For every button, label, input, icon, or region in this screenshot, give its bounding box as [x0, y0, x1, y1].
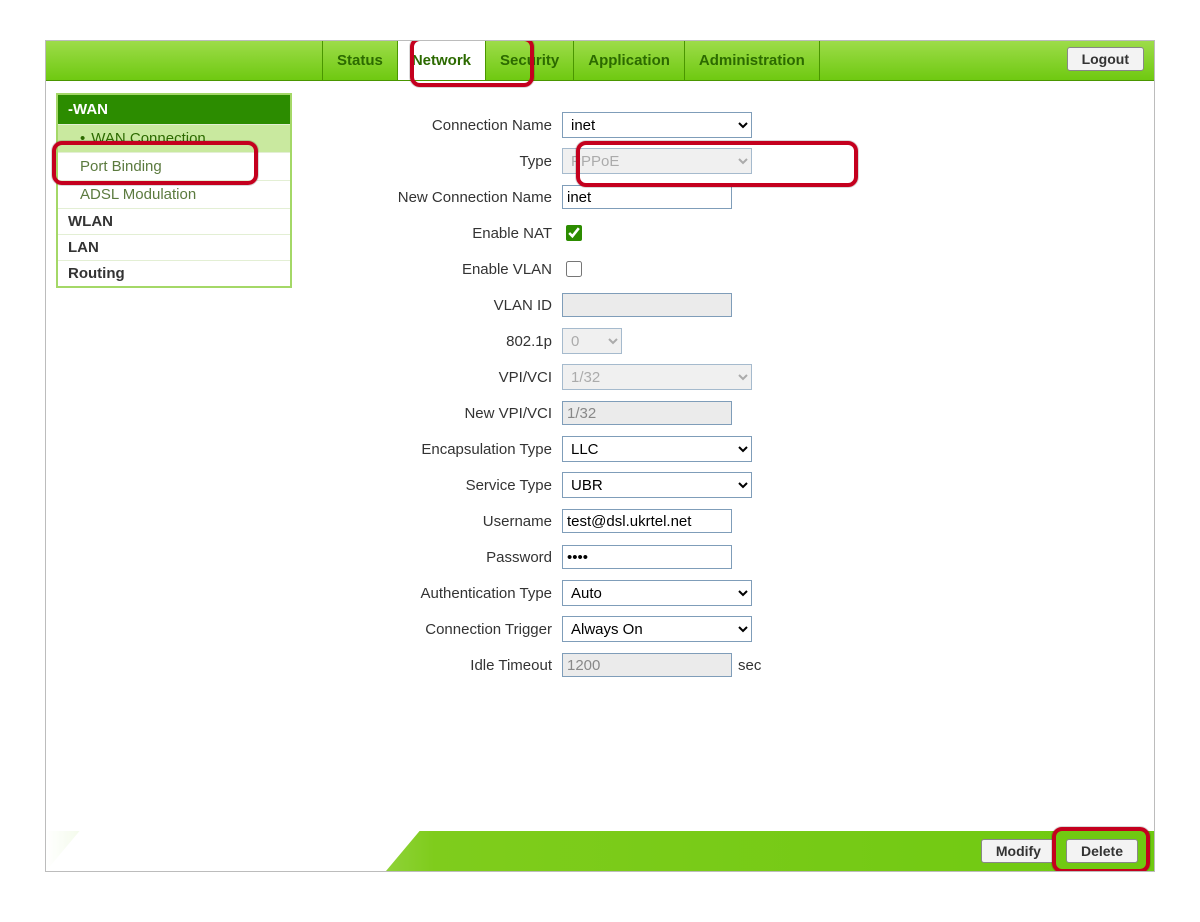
sidebar: -WAN WAN Connection Port Binding ADSL Mo…	[56, 93, 292, 288]
service-type-select[interactable]: UBR	[562, 472, 752, 498]
content-panel: Connection Name inet Type PPPoE	[292, 81, 1154, 831]
sidebar-item-wlan[interactable]: WLAN	[58, 208, 290, 234]
password-input[interactable]	[562, 545, 732, 569]
connection-name-label: Connection Name	[322, 117, 562, 134]
logout-button[interactable]: Logout	[1067, 47, 1144, 71]
auth-type-select[interactable]: Auto	[562, 580, 752, 606]
idle-timeout-suffix: sec	[738, 657, 761, 674]
connection-name-select[interactable]: inet	[562, 112, 752, 138]
auth-type-label: Authentication Type	[322, 585, 562, 602]
sidebar-item-wan-connection[interactable]: WAN Connection	[58, 124, 290, 152]
tab-network[interactable]: Network	[398, 41, 486, 80]
vlan-id-label: VLAN ID	[322, 297, 562, 314]
tab-status[interactable]: Status	[322, 41, 398, 80]
new-connection-name-label: New Connection Name	[322, 189, 562, 206]
idle-timeout-input	[562, 653, 732, 677]
delete-button[interactable]: Delete	[1066, 839, 1138, 863]
trigger-select[interactable]: Always On	[562, 616, 752, 642]
sidebar-item-adsl-modulation[interactable]: ADSL Modulation	[58, 180, 290, 208]
type-select: PPPoE	[562, 148, 752, 174]
modify-button[interactable]: Modify	[981, 839, 1056, 863]
sidebar-item-lan[interactable]: LAN	[58, 234, 290, 260]
enable-vlan-label: Enable VLAN	[322, 261, 562, 278]
type-label: Type	[322, 153, 562, 170]
username-label: Username	[322, 513, 562, 530]
top-nav: Status Network Security Application Admi…	[46, 41, 1154, 81]
tab-administration[interactable]: Administration	[685, 41, 820, 80]
sidebar-section-wan[interactable]: -WAN	[58, 95, 290, 124]
trigger-label: Connection Trigger	[322, 621, 562, 638]
password-label: Password	[322, 549, 562, 566]
tab-security[interactable]: Security	[486, 41, 574, 80]
username-input[interactable]	[562, 509, 732, 533]
sidebar-item-port-binding[interactable]: Port Binding	[58, 152, 290, 180]
sidebar-item-routing[interactable]: Routing	[58, 260, 290, 286]
enable-nat-label: Enable NAT	[322, 225, 562, 242]
vpi-vci-label: VPI/VCI	[322, 369, 562, 386]
vlan-id-input	[562, 293, 732, 317]
encap-select[interactable]: LLC	[562, 436, 752, 462]
enable-vlan-checkbox[interactable]	[566, 261, 582, 277]
vpi-vci-select: 1/32	[562, 364, 752, 390]
dot1p-select: 0	[562, 328, 622, 354]
encap-label: Encapsulation Type	[322, 441, 562, 458]
enable-nat-checkbox[interactable]	[566, 225, 582, 241]
service-type-label: Service Type	[322, 477, 562, 494]
idle-timeout-label: Idle Timeout	[322, 657, 562, 674]
new-vpi-vci-input	[562, 401, 732, 425]
tab-application[interactable]: Application	[574, 41, 685, 80]
footer-bar: Modify Delete	[46, 831, 1154, 871]
new-connection-name-input[interactable]	[562, 185, 732, 209]
new-vpi-vci-label: New VPI/VCI	[322, 405, 562, 422]
dot1p-label: 802.1p	[322, 333, 562, 350]
